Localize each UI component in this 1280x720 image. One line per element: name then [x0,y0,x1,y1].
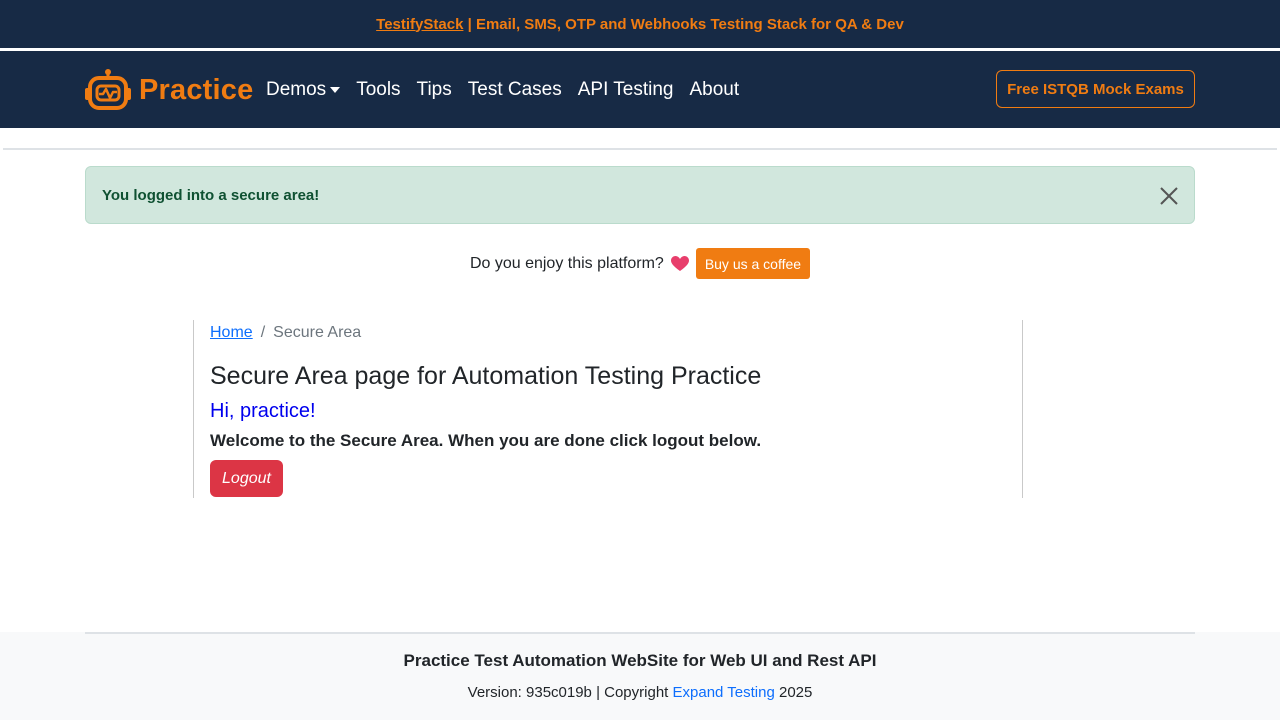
footer-divider [85,632,1195,634]
robot-logo-icon [85,69,131,110]
footer-title: Practice Test Automation WebSite for Web… [403,651,877,670]
nav-item-label: Tips [416,79,452,100]
logout-button[interactable]: Logout [210,460,283,497]
footer-meta: Version: 935c019b | Copyright Expand Tes… [0,684,1280,701]
expand-testing-link[interactable]: Expand Testing [673,684,775,701]
istqb-mock-exams-button[interactable]: Free ISTQB Mock Exams [996,70,1195,108]
footer: Practice Test Automation WebSite for Web… [0,632,1280,720]
header-divider [3,148,1277,150]
nav-item-label: API Testing [577,79,674,100]
main-navbar: Practice Demos Tools Tips Test Cases API… [0,51,1280,128]
nav-item-test-cases[interactable]: Test Cases [468,79,562,101]
breadcrumb: Home / Secure Area [210,324,361,342]
nav-item-tips[interactable]: Tips [417,79,452,101]
alert-message: You logged into a secure area! [102,186,320,204]
nav-item-label: Demos [266,79,327,100]
page-title: Secure Area page for Automation Testing … [210,362,762,390]
nav-item-label: About [689,79,740,100]
nav-item-about[interactable]: About [690,79,740,101]
success-alert: You logged into a secure area! [85,166,1195,224]
breadcrumb-current: Secure Area [273,324,362,341]
secure-area-content: Home / Secure Area Secure Area page for … [193,320,1023,498]
coffee-row: Do you enjoy this platform? Buy us a cof… [0,248,1280,279]
footer-year: 2025 [774,684,813,701]
coffee-question: Do you enjoy this platform? [469,254,664,272]
close-icon[interactable] [1158,185,1180,207]
breadcrumb-home-link[interactable]: Home [210,324,253,342]
caret-down-icon [330,87,341,93]
nav-item-api-testing[interactable]: API Testing [578,79,674,101]
brand-name: Practice [139,73,254,106]
nav-menu: Demos Tools Tips Test Cases API Testing … [266,77,755,103]
footer-version: Version: 935c019b | Copyright [467,684,673,701]
nav-item-tools[interactable]: Tools [356,79,400,101]
heart-icon [670,255,689,271]
brand-link[interactable]: Practice [84,67,253,113]
promo-topbar: TestifyStack | Email, SMS, OTP and Webho… [0,0,1280,48]
testifystack-link[interactable]: TestifyStack [376,16,463,33]
buy-coffee-button[interactable]: Buy us a coffee [695,248,811,279]
nav-item-label: Test Cases [467,79,562,100]
user-greeting: Hi, practice! [210,400,316,422]
promo-text: | Email, SMS, OTP and Webhooks Testing S… [463,15,904,33]
welcome-message: Welcome to the Secure Area. When you are… [210,431,762,450]
nav-item-demos[interactable]: Demos [266,79,341,101]
breadcrumb-separator: / [260,324,266,341]
nav-item-label: Tools [356,79,401,100]
